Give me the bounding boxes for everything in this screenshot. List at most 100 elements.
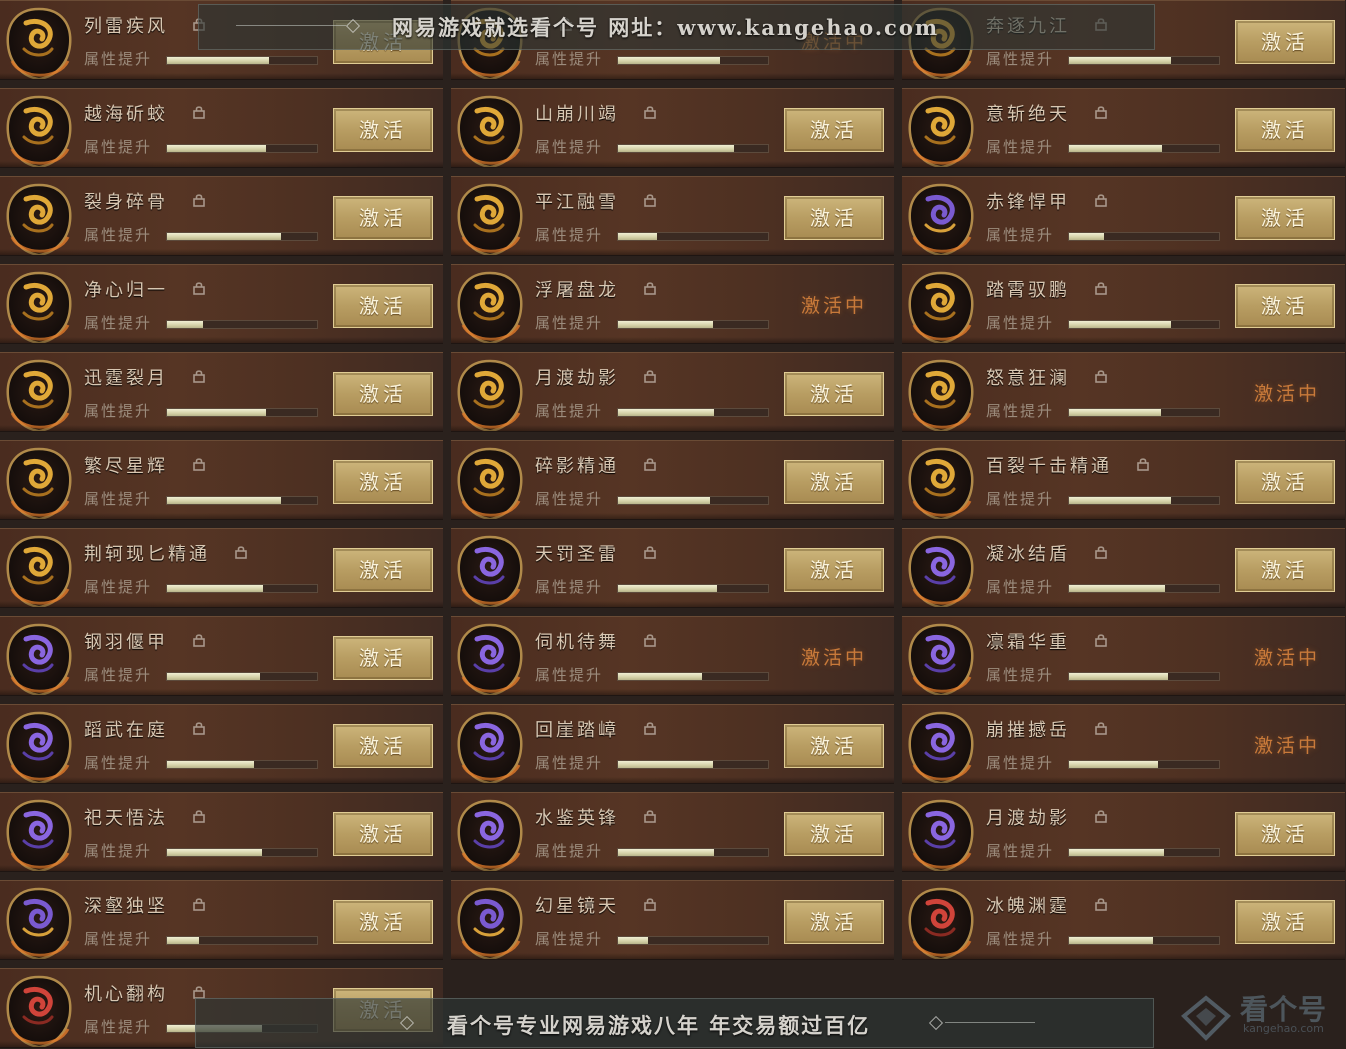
skill-name: 凝冰结盾 [986,544,1070,565]
attribute-progress-bar [617,936,769,945]
lock-icon[interactable] [643,897,657,911]
attribute-progress-fill [167,497,281,504]
attribute-label: 属性提升 [986,842,1055,860]
activate-button[interactable]: 激活 [784,372,884,416]
activate-button[interactable]: 激活 [333,900,433,944]
skill-card: 越海斫蛟 属性提升 激活 [0,88,443,168]
lock-icon[interactable] [643,457,657,471]
activating-status: 激活中 [1254,383,1321,405]
activate-button[interactable]: 激活 [1235,284,1335,328]
activating-status: 激活中 [801,295,868,317]
activating-status: 激活中 [1254,735,1321,757]
lock-icon[interactable] [192,897,206,911]
skill-card: 碎影精通 属性提升 激活 [451,440,894,520]
lock-icon[interactable] [643,281,657,295]
lock-icon[interactable] [643,633,657,647]
attribute-progress-fill [1069,673,1168,680]
attribute-progress-bar [1068,936,1220,945]
lock-icon[interactable] [643,369,657,383]
skill-grid: 列雷疾风属性提升激活属性提升激活中奔逐九江属性提升激活越海斫蛟属性提升激活山崩川… [0,0,1346,1049]
skill-card: 凛霜华重 属性提升 激活中 [902,616,1345,696]
activate-button[interactable]: 激活 [333,724,433,768]
skill-card: 裂身碎骨 属性提升 激活 [0,176,443,256]
activate-button[interactable]: 激活 [1235,900,1335,944]
activate-button[interactable]: 激活 [1235,812,1335,856]
activate-button[interactable]: 激活 [784,196,884,240]
skill-name: 水鉴英锋 [535,808,619,829]
lock-icon[interactable] [1094,545,1108,559]
activate-button[interactable]: 激活 [1235,108,1335,152]
activate-button[interactable]: 激活 [333,812,433,856]
lock-icon[interactable] [192,281,206,295]
attribute-label: 属性提升 [535,754,604,772]
activate-button[interactable]: 激活 [1235,460,1335,504]
attribute-progress-bar [166,320,318,329]
activate-button[interactable]: 激活 [784,900,884,944]
attribute-progress-bar [1068,320,1220,329]
lock-icon[interactable] [192,457,206,471]
lock-icon[interactable] [1094,633,1108,647]
activate-button[interactable]: 激活 [784,108,884,152]
lock-icon[interactable] [1094,105,1108,119]
attribute-progress-fill [167,233,281,240]
activate-button[interactable]: 激活 [1235,196,1335,240]
lock-icon[interactable] [643,545,657,559]
lock-icon[interactable] [1136,457,1150,471]
activate-button[interactable]: 激活 [333,548,433,592]
activate-button[interactable]: 激活 [784,460,884,504]
activate-button[interactable]: 激活 [333,636,433,680]
lock-icon[interactable] [192,633,206,647]
attribute-progress-bar [617,320,769,329]
skill-card: 意斩绝天 属性提升 激活 [902,88,1345,168]
attribute-progress-bar [617,760,769,769]
lock-icon[interactable] [1094,721,1108,735]
activate-button[interactable]: 激活 [333,284,433,328]
lock-icon[interactable] [643,809,657,823]
purple-thunder-icon [457,535,523,607]
skill-card: 伺机待舞 属性提升 激活中 [451,616,894,696]
attribute-progress-fill [167,321,203,328]
lock-icon[interactable] [1094,897,1108,911]
lock-icon[interactable] [192,369,206,383]
lock-icon[interactable] [1094,281,1108,295]
skill-name: 迅霆裂月 [84,368,168,389]
activate-button[interactable]: 激活 [784,812,884,856]
gold-lotus-icon [6,271,72,343]
activate-button[interactable]: 激活 [333,372,433,416]
activate-button[interactable]: 激活 [1235,20,1335,64]
lock-icon[interactable] [192,193,206,207]
lock-icon[interactable] [192,721,206,735]
skill-card: 深壑独坚 属性提升 激活 [0,880,443,960]
attribute-progress-fill [1069,233,1104,240]
attribute-progress-bar [617,144,769,153]
skill-card: 山崩川竭 属性提升 激活 [451,88,894,168]
lock-icon[interactable] [192,809,206,823]
activate-button[interactable]: 激活 [333,460,433,504]
skill-name: 意斩绝天 [986,104,1070,125]
lock-icon[interactable] [234,545,248,559]
lock-icon[interactable] [1094,809,1108,823]
lock-icon[interactable] [1094,369,1108,383]
attribute-progress-fill [618,761,713,768]
attribute-progress-bar [1068,56,1220,65]
lock-icon[interactable] [643,193,657,207]
skill-card: 月渡劫影 属性提升 激活 [451,352,894,432]
lock-icon[interactable] [192,985,206,999]
attribute-label: 属性提升 [535,578,604,596]
activate-button[interactable]: 激活 [333,196,433,240]
skill-card: 冰魄渊霆 属性提升 激活 [902,880,1345,960]
lock-icon[interactable] [643,721,657,735]
activate-button[interactable]: 激活 [1235,548,1335,592]
activate-button[interactable]: 激活 [784,548,884,592]
attribute-progress-bar [166,760,318,769]
lock-icon[interactable] [192,105,206,119]
attribute-progress-bar [1068,584,1220,593]
attribute-label: 属性提升 [535,930,604,948]
activate-button[interactable]: 激活 [333,108,433,152]
attribute-label: 属性提升 [986,402,1055,420]
activate-button[interactable]: 激活 [784,724,884,768]
gold-dragon-icon [6,95,72,167]
lock-icon[interactable] [1094,193,1108,207]
skill-name: 回崖踏嶂 [535,720,619,741]
lock-icon[interactable] [643,105,657,119]
